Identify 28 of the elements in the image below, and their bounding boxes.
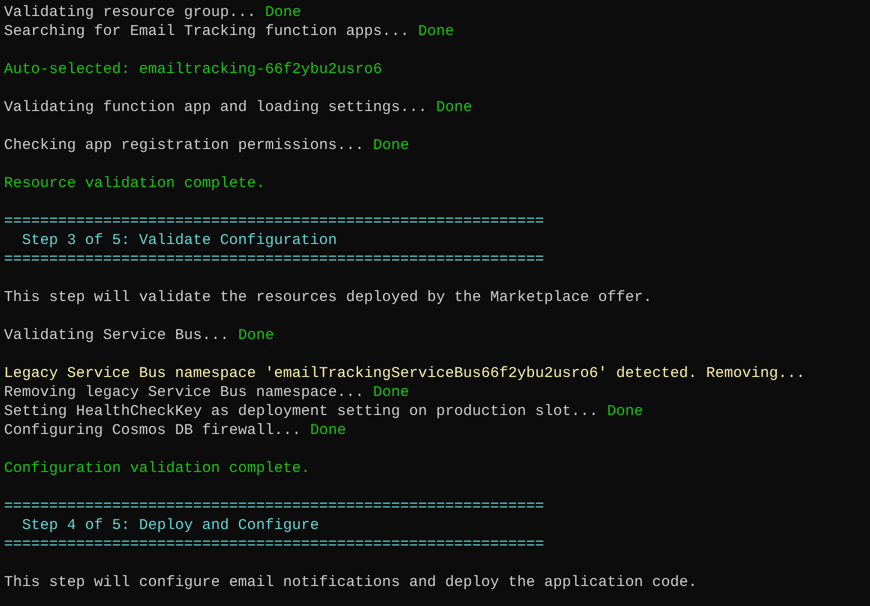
log-message: Validating resource group... — [4, 4, 256, 21]
status-text: Done — [373, 137, 410, 154]
log-message: Configuring Cosmos DB firewall... — [4, 422, 302, 439]
status-text: Done — [436, 99, 472, 116]
warning-message: Legacy Service Bus namespace 'emailTrackingServiceBus66f2ybu2usro6' detected. Removing... — [4, 365, 806, 382]
log-message: Validating Service Bus... — [4, 327, 230, 344]
separator-line: ============================================================ — [4, 498, 544, 515]
separator-line: ============================================================ — [4, 213, 544, 230]
status-text: Done — [607, 403, 644, 420]
log-message: Searching for Email Tracking function apps... — [4, 23, 410, 40]
log-message: Validating function app and loading settings... — [4, 99, 428, 116]
status-text: Done — [373, 384, 410, 401]
status-text: Done — [418, 23, 454, 40]
log-message: Checking app registration permissions... — [4, 137, 364, 154]
log-message: Removing legacy Service Bus namespace... — [4, 384, 364, 401]
separator-line: ============================================================ — [4, 536, 544, 553]
info-message: This step will configure email notifications and deploy the application code. — [4, 574, 698, 591]
step-heading: Step 4 of 5: Deploy and Configure — [22, 517, 320, 534]
status-text: Done — [265, 4, 302, 21]
success-message: Resource validation complete. — [4, 175, 266, 192]
step-heading: Step 3 of 5: Validate Configuration — [22, 232, 338, 249]
info-message: This step will validate the resources deployed by the Marketplace offer. — [4, 289, 652, 306]
status-text: Done — [310, 422, 346, 439]
status-text: Done — [238, 327, 274, 344]
success-message: Auto-selected: emailtracking-66f2ybu2usro6 — [4, 61, 382, 78]
log-message: Setting HealthCheckKey as deployment setting on production slot... — [4, 403, 598, 420]
separator-line: ============================================================ — [4, 251, 544, 268]
success-message: Configuration validation complete. — [4, 460, 310, 477]
